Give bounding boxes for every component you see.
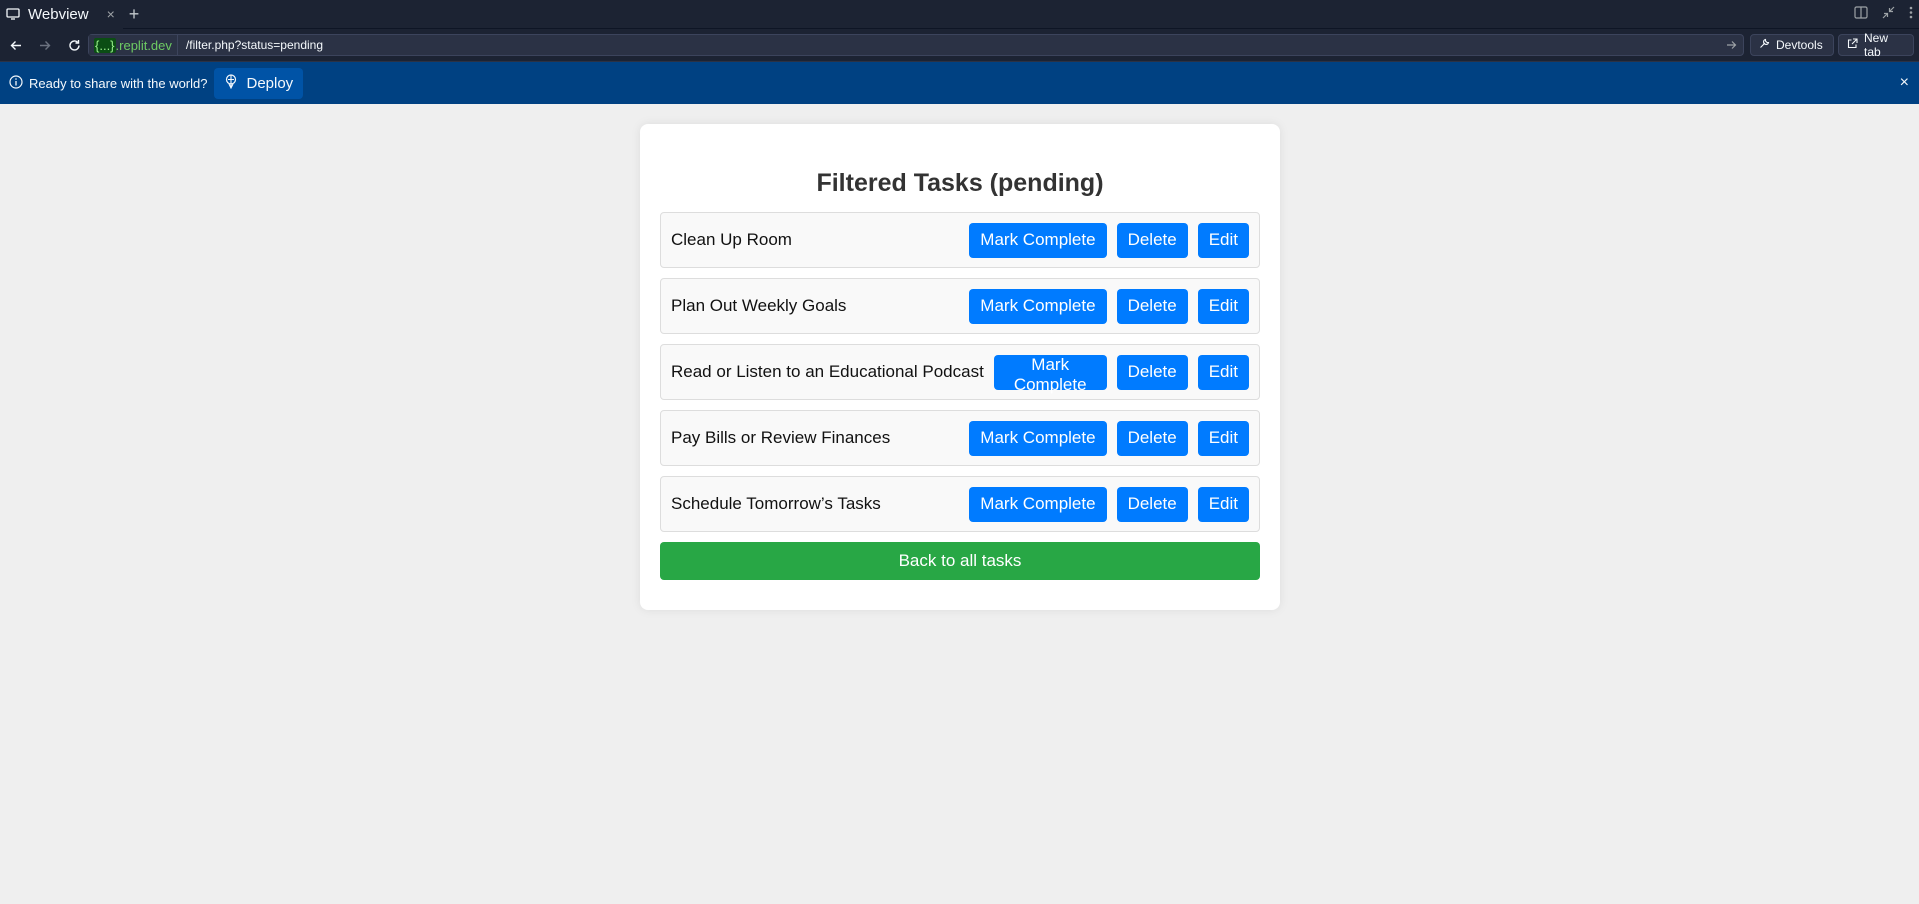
new-tab-label: New tab	[1864, 31, 1889, 59]
deploy-button[interactable]: Deploy	[214, 67, 304, 99]
delete-button[interactable]: Delete	[1116, 486, 1188, 522]
monitor-icon	[6, 8, 20, 20]
delete-button[interactable]: Delete	[1116, 420, 1188, 456]
info-icon	[9, 74, 23, 92]
task-title: Pay Bills or Review Finances	[671, 428, 891, 447]
deploy-label: Deploy	[246, 74, 294, 92]
page-title: Filtered Tasks (pending)	[816, 169, 1104, 197]
edit-button[interactable]: Edit	[1197, 486, 1249, 522]
new-tab-plus-icon[interactable]: +	[129, 4, 140, 25]
webview-tab[interactable]: Webview ×	[0, 0, 123, 29]
task-list: Clean Up Room Mark Complete Delete Edit …	[660, 212, 1260, 532]
task-item: Clean Up Room Mark Complete Delete Edit	[660, 212, 1260, 268]
back-to-all-tasks-button[interactable]: Back to all tasks	[660, 542, 1260, 580]
url-host-braces: {...}	[94, 37, 116, 53]
url-host: {...} .replit.dev	[89, 35, 178, 55]
task-title: Schedule Tomorrow’s Tasks	[671, 494, 881, 513]
edit-button[interactable]: Edit	[1197, 354, 1249, 390]
go-arrow-icon[interactable]	[1726, 38, 1737, 53]
browser-tab-bar: Webview × +	[0, 0, 1919, 29]
banner-message: Ready to share with the world?	[29, 75, 208, 91]
task-item: Pay Bills or Review Finances Mark Comple…	[660, 410, 1260, 466]
deploy-icon	[224, 73, 238, 93]
edit-button[interactable]: Edit	[1197, 420, 1249, 456]
edit-button[interactable]: Edit	[1197, 288, 1249, 324]
tasks-card: Filtered Tasks (pending) Clean Up Room M…	[640, 124, 1280, 610]
url-path-input[interactable]: /filter.php?status=pending	[178, 38, 1726, 52]
devtools-label: Devtools	[1776, 38, 1823, 52]
url-bar[interactable]: {...} .replit.dev /filter.php?status=pen…	[88, 34, 1744, 56]
banner-info: Ready to share with the world?	[9, 74, 208, 92]
wrench-icon	[1759, 38, 1770, 52]
url-host-domain: .replit.dev	[115, 37, 172, 53]
address-bar-row: {...} .replit.dev /filter.php?status=pen…	[0, 29, 1919, 62]
minimize-icon[interactable]	[1882, 6, 1895, 24]
delete-button[interactable]: Delete	[1116, 288, 1188, 324]
external-link-icon	[1847, 38, 1858, 52]
window-controls	[1854, 0, 1913, 29]
deploy-banner: Ready to share with the world? Deploy ×	[0, 62, 1919, 104]
task-item: Plan Out Weekly Goals Mark Complete Dele…	[660, 278, 1260, 334]
mark-complete-button[interactable]: Mark Complete	[969, 288, 1107, 324]
mark-complete-button[interactable]: Mark Complete	[969, 222, 1107, 258]
tab-title: Webview	[28, 5, 89, 23]
task-title: Plan Out Weekly Goals	[671, 296, 847, 315]
banner-close-icon[interactable]: ×	[1900, 74, 1909, 92]
mark-complete-button[interactable]: Mark Complete	[993, 354, 1107, 394]
more-options-icon[interactable]	[1909, 6, 1913, 24]
tab-close-icon[interactable]: ×	[107, 6, 115, 22]
mark-complete-button[interactable]: Mark Complete	[969, 420, 1107, 456]
task-title: Clean Up Room	[671, 230, 792, 249]
split-view-icon[interactable]	[1854, 5, 1868, 24]
forward-arrow-icon[interactable]	[32, 32, 58, 58]
webview-viewport: Filtered Tasks (pending) Clean Up Room M…	[0, 104, 1919, 904]
task-title: Read or Listen to an Educational Podcast	[671, 362, 984, 381]
delete-button[interactable]: Delete	[1116, 222, 1188, 258]
task-item: Read or Listen to an Educational Podcast…	[660, 344, 1260, 400]
edit-button[interactable]: Edit	[1197, 222, 1249, 258]
reload-icon[interactable]	[61, 32, 87, 58]
mark-complete-button[interactable]: Mark Complete	[969, 486, 1107, 522]
delete-button[interactable]: Delete	[1116, 354, 1188, 390]
task-item: Schedule Tomorrow’s Tasks Mark Complete …	[660, 476, 1260, 532]
devtools-button[interactable]: Devtools	[1750, 34, 1834, 56]
back-arrow-icon[interactable]	[3, 32, 29, 58]
new-tab-button[interactable]: New tab	[1838, 31, 1914, 59]
